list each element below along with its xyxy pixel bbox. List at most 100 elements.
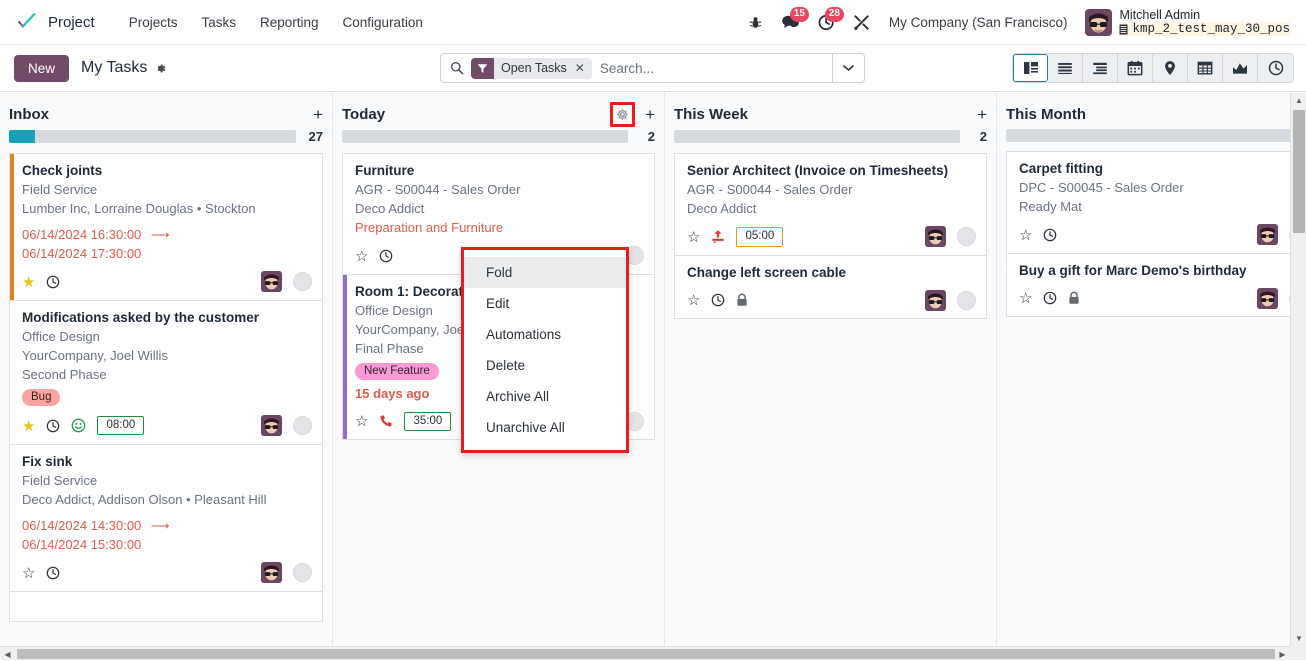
card-senior-architect[interactable]: Senior Architect (Invoice on Timesheets)… [674,153,987,256]
time-badge[interactable]: 05:00 [736,227,783,247]
menu-archive-all[interactable]: Archive All [464,381,626,412]
time-badge[interactable]: 35:00 [404,412,451,432]
card-change-left-screen-cable[interactable]: Change left screen cable ☆ [674,256,987,319]
view-kanban[interactable] [1013,54,1048,82]
odoo-checkmark-logo[interactable] [14,9,40,35]
add-card-icon[interactable]: + [313,106,323,123]
user-menu[interactable]: Mitchell Admin kmp_2_test_may_30_pos [1077,6,1294,39]
column-progress-bar[interactable] [342,130,628,143]
nav-reporting[interactable]: Reporting [248,9,331,36]
status-circle[interactable] [293,272,312,291]
card-tag[interactable]: New Feature [355,363,439,380]
column-progress-bar[interactable] [674,130,960,143]
clock-icon[interactable] [46,419,60,433]
card-check-joints[interactable]: Check joints Field Service Lumber Inc, L… [9,153,323,301]
new-button[interactable]: New [14,55,69,82]
status-circle[interactable] [957,291,976,310]
star-filled-icon[interactable]: ★ [22,273,35,291]
scroll-right-icon[interactable]: ▶ [1275,647,1290,661]
messages-icon[interactable]: 15 [772,10,809,35]
card-modifications[interactable]: Modifications asked by the customer Offi… [9,301,323,445]
add-card-icon[interactable]: + [977,106,987,123]
horizontal-scrollbar[interactable]: ◀ ▶ [0,646,1306,660]
menu-automations[interactable]: Automations [464,319,626,350]
view-list-grouped[interactable] [1083,54,1118,82]
star-outline-icon[interactable]: ☆ [687,228,700,246]
clock-icon[interactable] [46,566,60,580]
avatar[interactable] [1257,288,1278,309]
vertical-scroll-thumb[interactable] [1293,110,1305,233]
menu-unarchive-all[interactable]: Unarchive All [464,412,626,443]
nav-tasks[interactable]: Tasks [189,9,248,36]
phone-icon[interactable] [379,414,393,428]
chevron-down-icon[interactable] [832,54,864,82]
lock-icon[interactable] [736,293,748,307]
card-tag[interactable]: Bug [22,389,60,406]
horizontal-scroll-thumb[interactable] [17,649,1275,659]
gear-icon[interactable] [616,108,629,121]
avatar[interactable] [261,271,282,292]
lock-icon[interactable] [1068,291,1080,305]
bug-icon[interactable] [739,11,772,34]
nav-projects[interactable]: Projects [117,9,190,36]
view-calendar[interactable] [1118,54,1153,82]
tools-icon[interactable] [844,10,879,35]
menu-delete[interactable]: Delete [464,350,626,381]
avatar[interactable] [925,226,946,247]
avatar[interactable] [261,562,282,583]
column-title[interactable]: This Week [674,106,748,123]
scroll-left-icon[interactable]: ◀ [0,647,15,661]
status-circle[interactable] [293,416,312,435]
card-buy-a-gift[interactable]: Buy a gift for Marc Demo's birthday ☆ [1006,254,1306,317]
search-input[interactable] [598,60,832,77]
status-circle[interactable] [293,563,312,582]
card-partial-next[interactable] [9,592,323,622]
star-outline-icon[interactable]: ☆ [355,412,368,430]
view-list[interactable] [1048,54,1083,82]
menu-edit[interactable]: Edit [464,288,626,319]
star-outline-icon[interactable]: ☆ [687,291,700,309]
close-icon[interactable]: ✕ [575,61,585,75]
star-outline-icon[interactable]: ☆ [1019,226,1032,244]
progress-segment[interactable] [9,130,35,143]
company-selector[interactable]: My Company (San Francisco) [879,11,1078,34]
view-switcher [1012,53,1294,83]
view-graph[interactable] [1223,54,1258,82]
scroll-up-icon[interactable]: ▲ [1291,93,1306,108]
star-outline-icon[interactable]: ☆ [22,564,35,582]
card-carpet-fitting[interactable]: Carpet fitting DPC - S00045 - Sales Orde… [1006,151,1306,254]
view-map[interactable] [1153,54,1188,82]
clock-icon[interactable] [711,293,725,307]
column-title[interactable]: Today [342,106,385,123]
clock-icon[interactable] [1043,228,1057,242]
activities-icon[interactable]: 28 [809,10,844,35]
gear-icon[interactable] [154,62,167,75]
vertical-scrollbar[interactable]: ▲ ▼ [1290,93,1306,646]
smiley-icon[interactable] [71,418,86,433]
column-title[interactable]: This Month [1006,106,1086,123]
clock-icon[interactable] [1043,291,1057,305]
status-circle[interactable] [957,227,976,246]
app-name[interactable]: Project [48,14,95,31]
avatar[interactable] [925,290,946,311]
avatar[interactable] [1257,224,1278,245]
search-facet-open-tasks[interactable]: Open Tasks ✕ [471,58,592,79]
time-badge[interactable]: 08:00 [97,416,144,436]
column-title[interactable]: Inbox [9,106,49,123]
clock-icon[interactable] [46,275,60,289]
nav-configuration[interactable]: Configuration [331,9,435,36]
menu-fold[interactable]: Fold [464,257,626,288]
column-progress-bar[interactable] [1006,129,1292,142]
avatar[interactable] [261,415,282,436]
card-fix-sink[interactable]: Fix sink Field Service Deco Addict, Addi… [9,445,323,592]
scroll-down-icon[interactable]: ▼ [1291,631,1306,646]
clock-icon[interactable] [379,249,393,263]
star-filled-icon[interactable]: ★ [22,417,35,435]
view-activity[interactable] [1258,54,1293,82]
add-card-icon[interactable]: + [645,106,655,123]
column-progress-bar[interactable] [9,130,296,143]
view-pivot[interactable] [1188,54,1223,82]
star-outline-icon[interactable]: ☆ [1019,289,1032,307]
star-outline-icon[interactable]: ☆ [355,247,368,265]
upload-icon[interactable] [711,229,725,244]
